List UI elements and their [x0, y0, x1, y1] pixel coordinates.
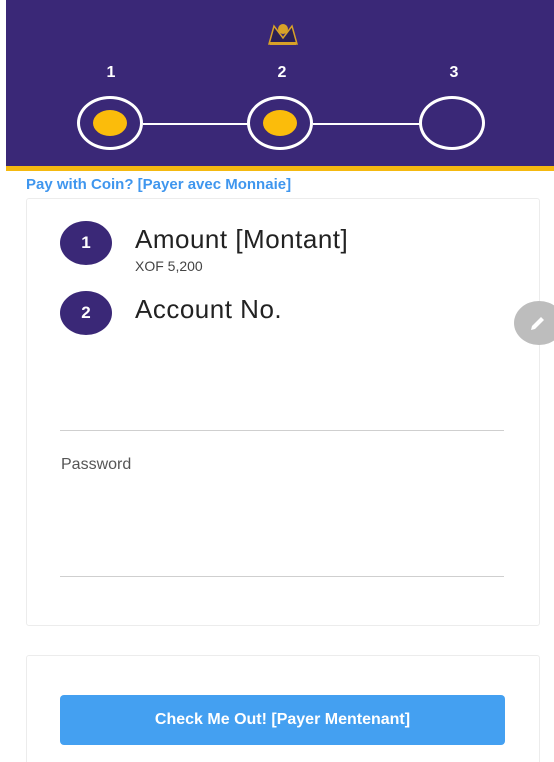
- amount-title: Amount [Montant]: [135, 224, 349, 254]
- pencil-icon: [531, 317, 544, 330]
- password-label: Password: [61, 456, 132, 473]
- step-number-2: 2: [277, 64, 287, 81]
- payment-form-card: [26, 198, 540, 626]
- step-number-1: 1: [106, 64, 116, 81]
- step-indicator-3[interactable]: [419, 96, 485, 150]
- password-input[interactable]: [60, 576, 504, 577]
- step-complete-dot: [263, 110, 297, 136]
- amount-step-badge: 1: [60, 221, 112, 265]
- step-complete-dot: [93, 110, 127, 136]
- step-connector-1-2: [143, 123, 249, 125]
- account-number-input[interactable]: [60, 430, 504, 431]
- step-indicator-1[interactable]: [77, 96, 143, 150]
- check-me-out-button[interactable]: Check Me Out! [Payer Mentenant]: [60, 695, 505, 745]
- amount-value: XOF 5,200: [135, 258, 203, 274]
- step-indicator-2[interactable]: [247, 96, 313, 150]
- step-number-3: 3: [449, 64, 459, 81]
- account-title: Account No.: [135, 294, 283, 324]
- account-step-badge: 2: [60, 291, 112, 335]
- step-connector-2-3: [313, 123, 421, 125]
- brand-logo-icon: [268, 24, 298, 45]
- header-accent-stripe: [6, 166, 554, 171]
- pay-with-coin-link[interactable]: Pay with Coin? [Payer avec Monnaie]: [26, 176, 291, 193]
